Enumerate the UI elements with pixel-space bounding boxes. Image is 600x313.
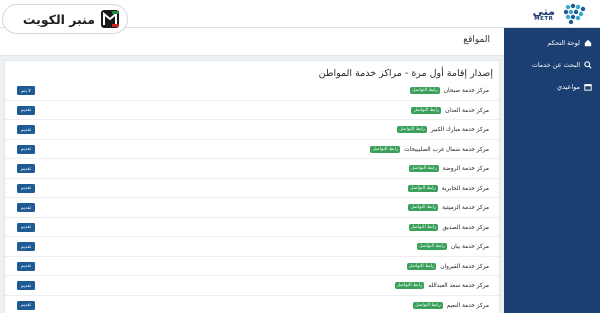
home-icon: [584, 39, 592, 47]
table-row: مركز خدمة الصديقرابط التواصل تقديم: [5, 218, 499, 237]
apply-button[interactable]: تقديم: [17, 164, 35, 173]
contact-link-badge[interactable]: رابط التواصل: [408, 223, 439, 231]
kuwait-flag-logo-icon: [101, 10, 119, 28]
apply-button[interactable]: تقديم: [17, 300, 35, 310]
apply-button[interactable]: تقديم: [17, 203, 35, 212]
table-row: مركز خدمة الروضةرابط التواصل تقديم: [5, 159, 499, 179]
brand-name-english: METR: [534, 15, 554, 22]
sidebar-item-appointments[interactable]: مواعيدي: [504, 76, 600, 98]
center-name: مركز خدمة صبحانرابط التواصل: [410, 87, 489, 94]
contact-link-badge[interactable]: رابط التواصل: [370, 145, 401, 153]
center-name-text: مركز خدمة صبحان: [443, 88, 489, 94]
sidebar: لوحة التحكم البحث عن خدمات مواعيدي: [504, 28, 600, 313]
center-name: مركز خدمة شمال غرب الصليبيخاترابط التواص…: [370, 145, 489, 153]
center-name: مركز خدمة بيانرابط التواصل: [417, 243, 489, 250]
center-name: مركز خدمة مبارك الكبيررابط التواصل: [397, 126, 489, 133]
center-name-text: مركز خدمة الروضة: [442, 166, 489, 172]
sidebar-item-dashboard[interactable]: لوحة التحكم: [504, 32, 600, 54]
center-name: مركز خدمة الصديقرابط التواصل: [408, 223, 489, 231]
contact-link-badge[interactable]: رابط التواصل: [417, 243, 447, 250]
center-name-text: مركز خدمة العدان: [445, 107, 489, 114]
center-name: مركز خدمة الروضةرابط التواصل: [409, 165, 489, 172]
watermark-logo: منبر الكويت: [2, 4, 128, 34]
table-row: مركز خدمة الجابريةرابط التواصل تقديم: [5, 179, 499, 198]
brand-text: متى METR: [533, 6, 555, 23]
contact-link-badge[interactable]: رابط التواصل: [412, 301, 443, 309]
center-name-text: مركز خدمة شمال غرب الصليبيخات: [404, 146, 489, 153]
apply-button[interactable]: تقديم: [17, 261, 35, 271]
table-row: مركز خدمة سعد العبداللهرابط التواصل تقديم: [5, 276, 499, 296]
contact-link-badge[interactable]: رابط التواصل: [409, 165, 439, 172]
center-name-text: مركز خدمة النعيم: [446, 302, 489, 309]
sidebar-item-label: مواعيدي: [557, 83, 580, 91]
center-name-text: مركز خدمة الجابرية: [441, 185, 489, 192]
sidebar-item-search-services[interactable]: البحث عن خدمات: [504, 54, 600, 76]
contact-link-badge[interactable]: رابط التواصل: [410, 87, 440, 94]
contact-link-badge[interactable]: رابط التواصل: [397, 126, 427, 133]
table-row: مركز خدمة القيروانرابط التواصل تقديم: [5, 257, 499, 276]
metr-logo-icon: [563, 3, 586, 25]
center-name-text: مركز خدمة الرميثية: [442, 205, 489, 211]
contact-link-badge[interactable]: رابط التواصل: [408, 204, 439, 211]
table-row: مركز خدمة النعيمرابط التواصل تقديم: [5, 296, 499, 313]
contact-link-badge[interactable]: رابط التواصل: [411, 106, 442, 114]
center-name: مركز خدمة الجابريةرابط التواصل: [408, 184, 489, 192]
watermark-text: منبر الكويت: [22, 11, 95, 27]
brand[interactable]: متى METR: [533, 2, 592, 26]
locations-card: إصدار إقامة أول مرة - مراكز خدمة المواطن…: [4, 60, 500, 313]
card-title: إصدار إقامة أول مرة - مراكز خدمة المواطن: [318, 68, 493, 79]
apply-button[interactable]: تقديم: [17, 222, 35, 232]
center-name-text: مركز خدمة القيروان: [440, 263, 489, 270]
apply-button[interactable]: تقديم: [17, 144, 35, 154]
center-name: مركز خدمة النعيمرابط التواصل: [412, 301, 489, 309]
table-row: مركز خدمة شمال غرب الصليبيخاترابط التواص…: [5, 140, 499, 159]
center-name: مركز خدمة سعد العبداللهرابط التواصل: [394, 282, 489, 289]
search-icon: [584, 61, 592, 69]
apply-button[interactable]: تقديم: [17, 125, 35, 134]
contact-link-badge[interactable]: رابط التواصل: [408, 184, 438, 192]
table-row: مركز خدمة بيانرابط التواصل تقديم: [5, 237, 499, 257]
apply-button[interactable]: تقديم: [17, 281, 35, 290]
center-name-text: مركز خدمة مبارك الكبير: [430, 127, 489, 133]
sidebar-item-label: البحث عن خدمات: [531, 61, 580, 69]
table-row: مركز خدمة صبحانرابط التواصل لا يتم: [5, 81, 499, 101]
center-name-text: مركز خدمة الصديق: [442, 224, 489, 231]
table-row: مركز خدمة مبارك الكبيررابط التواصل تقديم: [5, 120, 499, 140]
center-name: مركز خدمة العدانرابط التواصل: [411, 106, 489, 114]
contact-link-badge[interactable]: رابط التواصل: [406, 262, 437, 270]
center-name: مركز خدمة الرميثيةرابط التواصل: [408, 204, 489, 211]
calendar-icon: [584, 84, 592, 91]
table-row: مركز خدمة الرميثيةرابط التواصل تقديم: [5, 198, 499, 218]
apply-button[interactable]: تقديم: [17, 242, 35, 251]
page-title: المواقع: [463, 35, 490, 45]
apply-button[interactable]: لا يتم: [17, 86, 35, 95]
apply-button[interactable]: تقديم: [17, 183, 35, 193]
center-name: مركز خدمة القيروانرابط التواصل: [406, 262, 489, 270]
contact-link-badge[interactable]: رابط التواصل: [394, 282, 425, 289]
apply-button[interactable]: تقديم: [17, 105, 35, 115]
table-row: مركز خدمة العدانرابط التواصل تقديم: [5, 101, 499, 120]
locations-list: مركز خدمة صبحانرابط التواصل لا يتم مركز خد…: [5, 81, 499, 313]
sidebar-item-label: لوحة التحكم: [547, 39, 580, 47]
center-name-text: مركز خدمة سعد العبدالله: [428, 283, 489, 289]
center-name-text: مركز خدمة بيان: [450, 244, 489, 250]
